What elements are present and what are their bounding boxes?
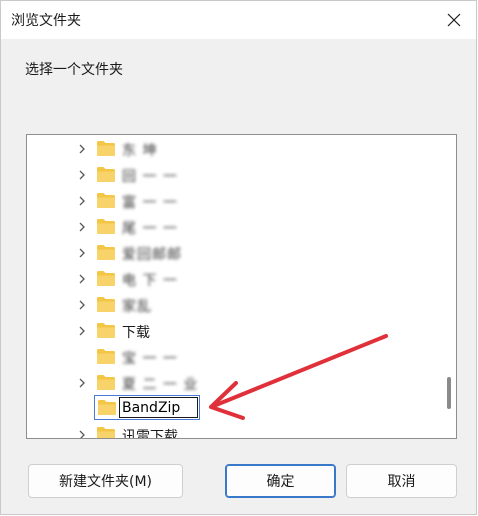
folder-icon: [97, 271, 115, 286]
rename-folder-box[interactable]: [94, 395, 200, 420]
chevron-right-icon[interactable]: [77, 221, 87, 233]
folder-icon: [97, 323, 115, 338]
tree-row[interactable]: 尾 一 一: [27, 214, 442, 240]
chevron-right-icon[interactable]: [77, 273, 87, 285]
title-bar: 浏览文件夹: [1, 1, 476, 39]
folder-icon: [97, 375, 115, 390]
tree-row[interactable]: 爱回邮邮: [27, 240, 442, 266]
chevron-right-icon[interactable]: [77, 143, 87, 155]
tree-row[interactable]: 讯雷下载: [27, 422, 442, 439]
tree-row[interactable]: 家乱: [27, 292, 442, 318]
folder-icon: [97, 427, 115, 438]
tree-row[interactable]: 电 下 一: [27, 266, 442, 292]
chevron-right-icon[interactable]: [77, 195, 87, 207]
chevron-right-icon[interactable]: [77, 377, 87, 389]
tree-item-label: 下载: [122, 325, 150, 341]
tree-item-label: 尾 一 一: [122, 221, 178, 237]
new-folder-button[interactable]: 新建文件夹(M): [28, 464, 183, 498]
tree-item-label: 富 一 一: [122, 195, 178, 211]
tree-row[interactable]: 宝 一 一: [27, 344, 442, 370]
window-title: 浏览文件夹: [11, 13, 81, 29]
tree-row[interactable]: 富 一 一: [27, 188, 442, 214]
folder-icon: [97, 349, 115, 364]
tree-row[interactable]: 东 坤: [27, 136, 442, 162]
chevron-right-icon[interactable]: [77, 325, 87, 337]
close-button[interactable]: [432, 1, 476, 39]
dialog-prompt: 选择一个文件夹: [25, 62, 123, 78]
tree-item-label: 电 下 一: [122, 273, 178, 289]
chevron-right-icon[interactable]: [77, 247, 87, 259]
tree-item-label: 东 坤: [122, 143, 158, 159]
chevron-right-icon[interactable]: [77, 429, 87, 439]
tree-item-label: 回 一 一: [122, 169, 178, 185]
tree-item-label: 宝 一 一: [122, 351, 178, 367]
folder-icon: [97, 141, 115, 156]
folder-name-input[interactable]: [119, 397, 198, 418]
ok-button[interactable]: 确定: [225, 464, 336, 498]
folder-icon: [97, 193, 115, 208]
tree-row[interactable]: 回 一 一: [27, 162, 442, 188]
tree-item-label: 家乱: [122, 299, 152, 315]
vertical-scrollbar[interactable]: [442, 135, 456, 438]
folder-icon: [97, 245, 115, 260]
folder-tree[interactable]: 东 坤回 一 一富 一 一尾 一 一爱回邮邮电 下 一家乱下载宝 一 一夏 二 …: [26, 134, 457, 439]
chevron-right-icon[interactable]: [77, 169, 87, 181]
folder-icon: [97, 167, 115, 182]
browse-folder-dialog: 浏览文件夹 选择一个文件夹 东 坤回 一 一富 一 一尾 一 一爱回邮邮电 下 …: [0, 0, 477, 515]
folder-icon: [98, 400, 116, 415]
tree-item-label: 讯雷下载: [122, 429, 178, 439]
tree-item-label: 爱回邮邮: [122, 247, 182, 263]
folder-icon: [97, 297, 115, 312]
tree-row[interactable]: 下载: [27, 318, 442, 344]
tree-item-label: 夏 二 一 业: [122, 377, 199, 393]
chevron-right-icon[interactable]: [77, 299, 87, 311]
close-icon: [447, 13, 461, 27]
tree-row[interactable]: 夏 二 一 业: [27, 370, 442, 396]
scrollbar-thumb[interactable]: [447, 377, 451, 409]
folder-icon: [97, 219, 115, 234]
cancel-button[interactable]: 取消: [346, 464, 457, 498]
